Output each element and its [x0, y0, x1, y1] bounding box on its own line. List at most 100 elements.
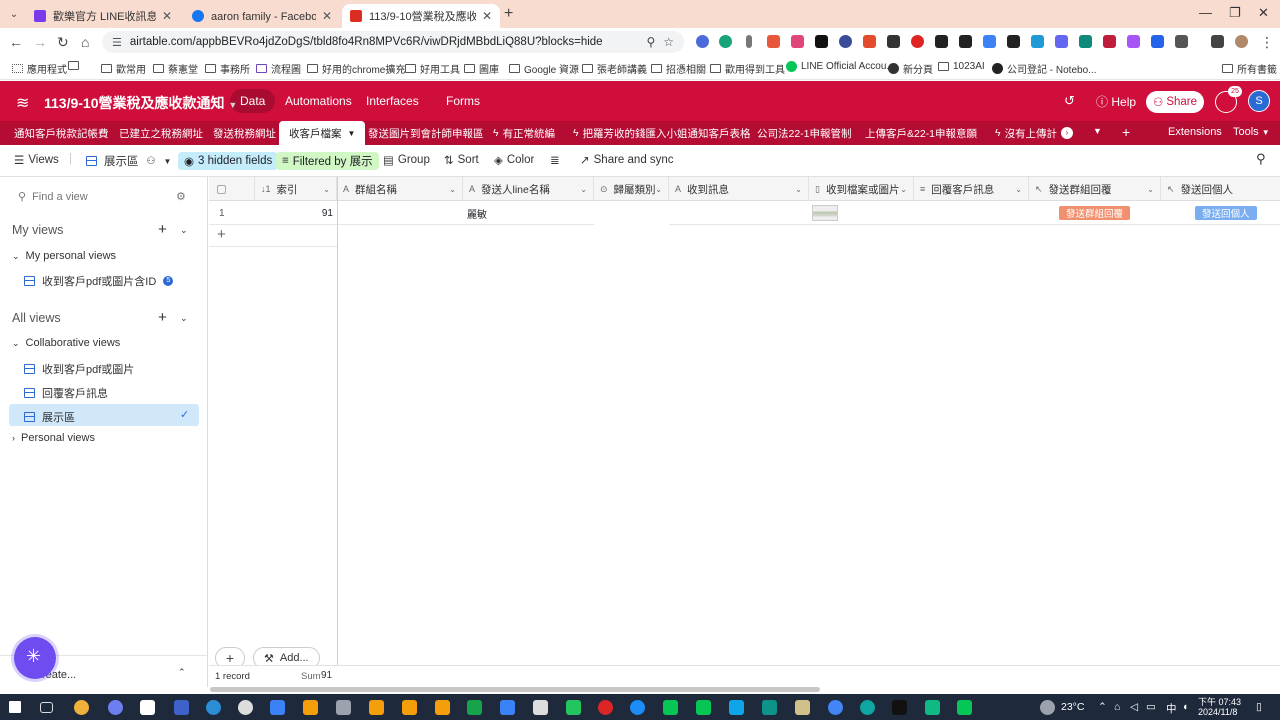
app-icon[interactable] [630, 700, 645, 715]
share-sync-button[interactable]: ↗ Share and sync [580, 153, 674, 167]
windows-start-icon[interactable] [9, 701, 21, 713]
chevron-down-icon[interactable]: ⌄ [180, 313, 188, 324]
extension-icon[interactable] [911, 35, 924, 48]
column-header[interactable]: ▯ 收到檔案或圖片 ⌄ [809, 177, 914, 201]
bookmark-link[interactable]: 新分頁 [888, 61, 933, 76]
line-app-icon[interactable] [957, 700, 972, 715]
bookmark-folder[interactable]: 歡常用 [101, 61, 146, 76]
close-icon[interactable]: ✕ [322, 9, 332, 23]
hidden-fields-button[interactable]: ◉ 3 hidden fields [178, 152, 279, 170]
color-button[interactable]: ◈ Color [494, 153, 534, 167]
app-icon[interactable] [336, 700, 351, 715]
nav-interfaces[interactable]: Interfaces [356, 89, 429, 113]
send-group-reply-button[interactable]: 發送群組回覆 [1059, 206, 1131, 220]
chrome-icon[interactable] [828, 700, 843, 715]
row-height-icon[interactable]: ≣ [550, 153, 560, 167]
close-icon[interactable]: ✕ [162, 9, 172, 23]
reply-cell[interactable] [914, 201, 1029, 225]
app-icon[interactable] [270, 700, 285, 715]
nav-forms[interactable]: Forms [436, 89, 490, 113]
add-table-icon[interactable]: + [1122, 124, 1130, 140]
bookmark-apps[interactable]: 應用程式 [12, 61, 67, 76]
bookmark-link[interactable]: 公司登記 - Notebo... [992, 61, 1096, 76]
bookmark-folder[interactable]: 蔡憲堂 [153, 61, 198, 76]
column-header[interactable]: ⊙ 歸屬類別 ⌄ [594, 177, 669, 201]
calendar-icon[interactable] [174, 700, 189, 715]
avatar[interactable]: S [1248, 90, 1270, 112]
profile-avatar-icon[interactable] [1235, 35, 1248, 48]
table-tab[interactable]: ϟ 沒有上傳計 [995, 121, 1057, 145]
edge-icon[interactable] [860, 700, 875, 715]
app-icon[interactable] [762, 700, 777, 715]
back-icon[interactable]: ← [9, 34, 23, 50]
filter-button[interactable]: ≡ Filtered by 展示 [276, 152, 379, 170]
battery-icon[interactable]: ▭ [1146, 701, 1156, 713]
select-all-checkbox[interactable] [209, 177, 255, 201]
extension-icon[interactable] [719, 35, 732, 48]
task-view-icon[interactable] [40, 702, 53, 713]
find-view-input[interactable]: ⚲ Find a view [18, 190, 88, 204]
app-icon[interactable] [206, 700, 221, 715]
notification-center-icon[interactable]: ▯ [1256, 701, 1262, 713]
github-icon[interactable] [238, 700, 253, 715]
column-header[interactable]: A 群組名稱 ⌄ [337, 177, 463, 201]
app-icon[interactable] [598, 700, 613, 715]
url-input[interactable]: ☰ airtable.com/appbBEVRo4jdZoDgS/tbld8fo… [102, 31, 684, 53]
add-view-icon[interactable]: + [158, 221, 167, 238]
tools-button[interactable]: Tools ▼ [1233, 126, 1270, 138]
sender-name-cell[interactable]: 麗敏 [467, 201, 594, 225]
more-tables-icon[interactable]: › [1061, 127, 1073, 139]
extension-icon[interactable] [1127, 35, 1140, 48]
app-icon[interactable] [533, 700, 548, 715]
current-view-dropdown[interactable]: 展示區 ⚇ ▼ [86, 153, 171, 169]
extension-icon[interactable] [1055, 35, 1068, 48]
bookmark-star-icon[interactable]: ☆ [663, 35, 674, 49]
extension-icon[interactable] [887, 35, 900, 48]
personal-views-toggle[interactable]: › Personal views [12, 432, 95, 444]
bookmark-folder[interactable]: 張老師講義 [582, 61, 647, 76]
download-icon[interactable] [1211, 35, 1224, 48]
settings-gear-icon[interactable]: ⚙ [176, 190, 186, 203]
attachment-thumbnail-icon[interactable] [812, 205, 838, 221]
notion-icon[interactable] [140, 700, 155, 715]
share-button[interactable]: ⚇ Share [1146, 91, 1204, 113]
app-icon[interactable] [892, 700, 907, 715]
app-icon[interactable] [729, 700, 744, 715]
line-app-icon[interactable] [696, 700, 711, 715]
table-tab[interactable]: 公司法22-1申報管制 [757, 121, 852, 145]
app-icon[interactable] [795, 700, 810, 715]
spreadsheet-icon[interactable] [467, 700, 482, 715]
send-personal-button[interactable]: 發送回個人 [1195, 206, 1257, 220]
extension-icon[interactable] [959, 35, 972, 48]
extension-icon[interactable] [839, 35, 852, 48]
line-app-icon[interactable] [663, 700, 678, 715]
add-view-icon[interactable]: + [158, 309, 167, 326]
extension-icon[interactable] [815, 35, 828, 48]
add-row-button[interactable]: + [209, 225, 337, 247]
bookmark-link[interactable]: LINE Official Accou... [786, 61, 895, 72]
extension-icon[interactable] [935, 35, 948, 48]
clock-date[interactable]: 2024/11/8 [1198, 707, 1237, 717]
table-row[interactable]: 1 91 麗敏 發送群組回覆 發送回個人 [209, 201, 1280, 225]
view-item[interactable]: 回覆客戶訊息 [24, 385, 108, 401]
browser-tab-active[interactable]: 113/9-10營業稅及應收款通知 ✕ [342, 4, 500, 28]
column-header[interactable]: A 發送人line名稱 ⌄ [463, 177, 594, 201]
folder-app-icon[interactable] [369, 700, 384, 715]
bookmark-folder[interactable]: 好用工具 [405, 61, 460, 76]
ime-indicator[interactable]: 中 [1166, 701, 1177, 716]
app-icon[interactable] [108, 700, 123, 715]
table-tab[interactable]: 已建立之稅務網址 [119, 121, 203, 145]
zoom-icon[interactable]: ⚲ [646, 35, 655, 49]
reload-icon[interactable]: ↻ [57, 34, 69, 51]
tray-arrow-icon[interactable]: ⌃ [1098, 701, 1107, 713]
column-header[interactable]: ≡ 回覆客戶訊息 ⌄ [914, 177, 1029, 201]
views-toggle-button[interactable]: ☰ Views [14, 153, 59, 167]
bookmark-grid-icon[interactable] [68, 61, 83, 70]
extension-icon[interactable] [1079, 35, 1092, 48]
table-tab-active[interactable]: 收客戶檔案 ▼ [279, 121, 366, 145]
column-header[interactable]: ↖ 發送群組回覆 ⌄ [1029, 177, 1161, 201]
extensions-puzzle-icon[interactable] [1175, 35, 1188, 48]
app-icon[interactable] [566, 700, 581, 715]
new-tab-icon[interactable]: + [504, 5, 513, 23]
collaborative-views-toggle[interactable]: ⌄ Collaborative views [12, 337, 120, 349]
